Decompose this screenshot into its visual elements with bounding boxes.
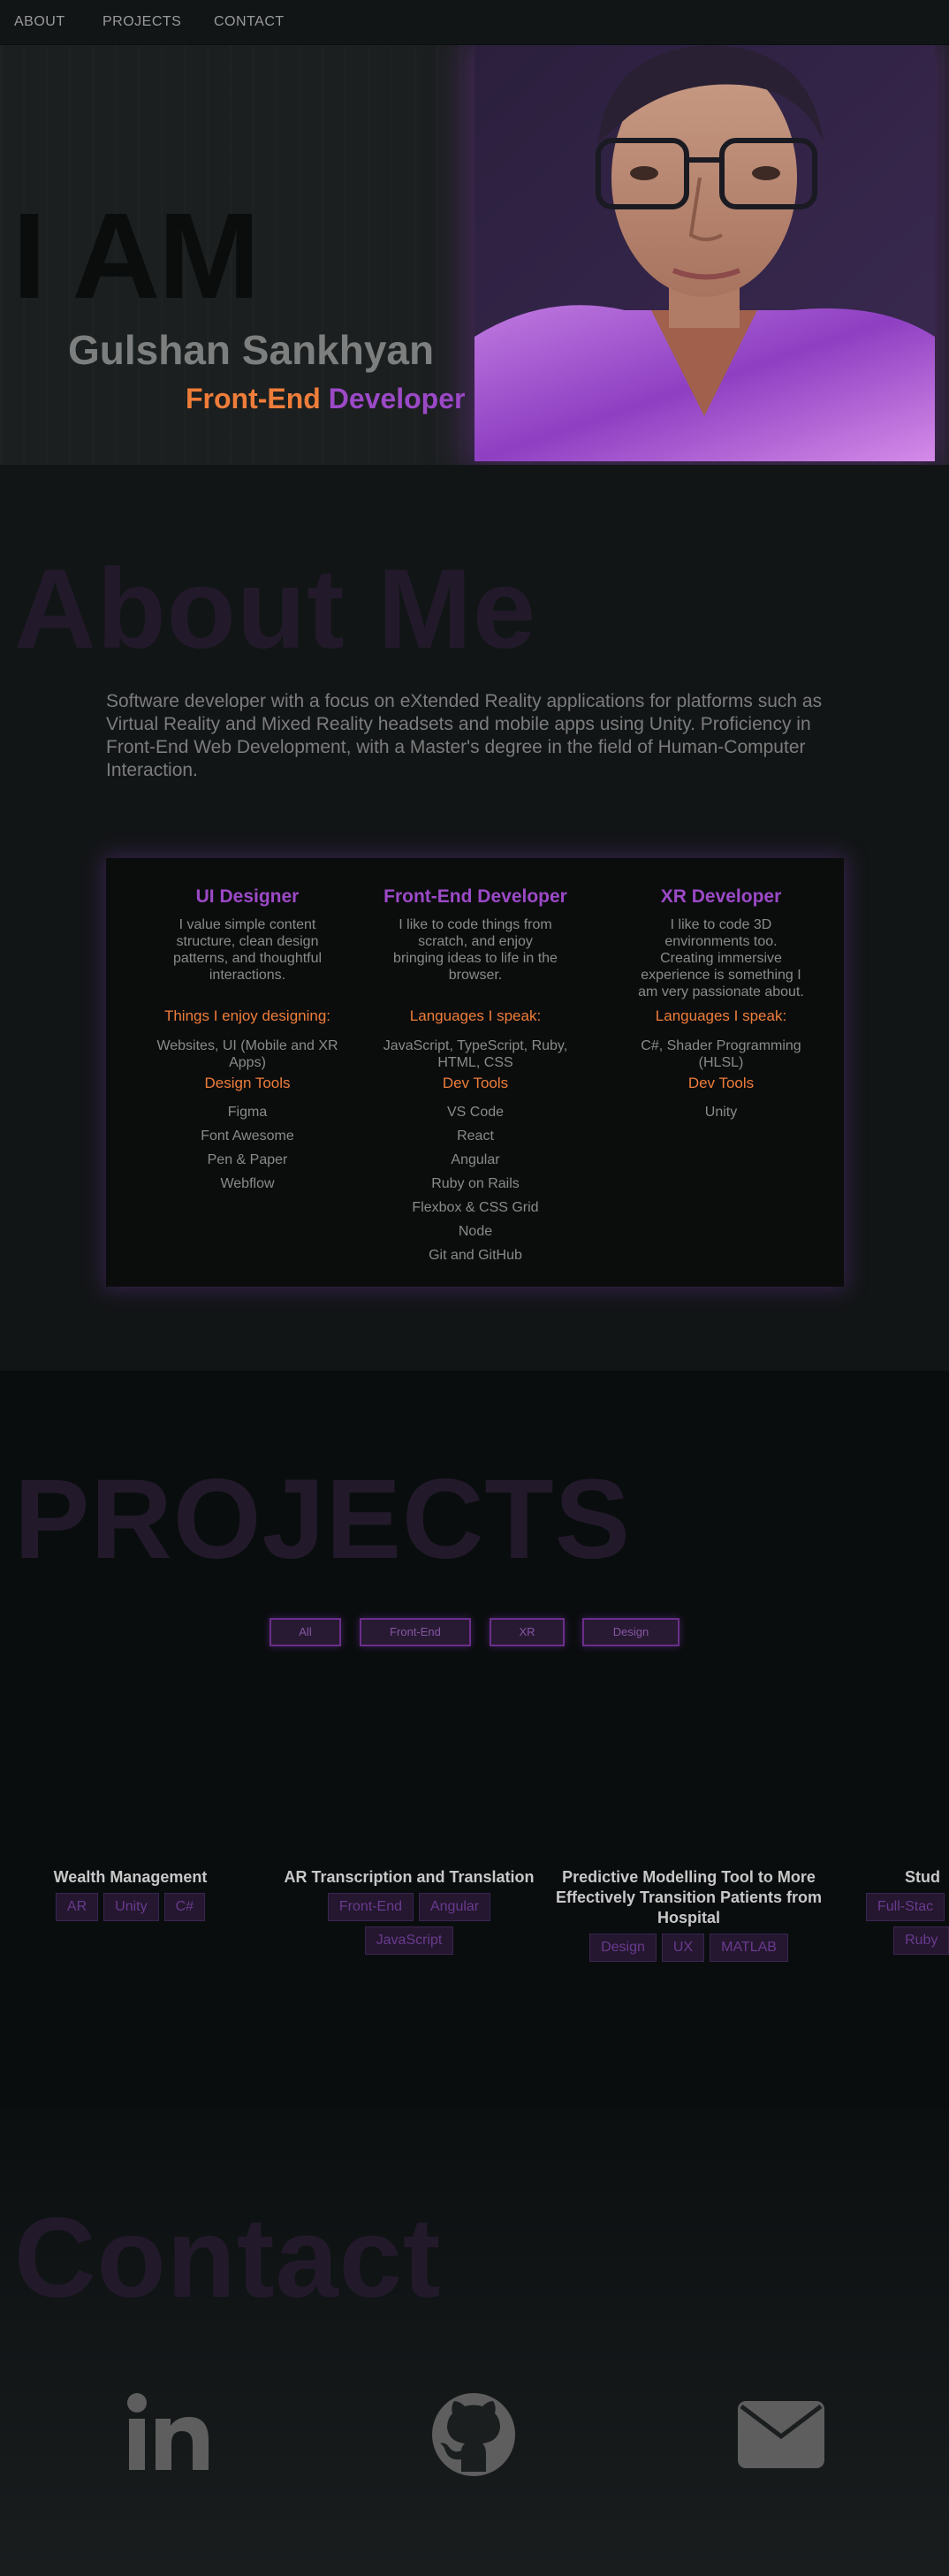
about-section: About Me Software developer with a focus… <box>0 465 949 1371</box>
project-title: Wealth Management <box>53 1868 208 1886</box>
hero-role-developer: Developer <box>328 383 466 414</box>
project-title: AR Transcription and Translation <box>284 1868 535 1886</box>
skills-column-xr-developer: XR Developer I like to code 3D environme… <box>606 858 836 1120</box>
github-icon[interactable] <box>431 2392 516 2481</box>
hero-name: Gulshan Sankhyan <box>68 327 435 373</box>
projects-section: PROJECTS All Front-End XR Design Wealth … <box>0 1371 949 2109</box>
column-subheading: Things I enjoy designing: <box>163 1007 331 1024</box>
filter-design-button[interactable]: Design <box>582 1618 679 1646</box>
project-tags: Front-End Angular JavaScript <box>281 1893 537 1960</box>
list-item: VS Code <box>446 1105 505 1120</box>
project-tags: Design UX MATLAB <box>550 1934 828 1967</box>
column-subtext: JavaScript, TypeScript, Ruby, HTML, CSS <box>383 1038 568 1070</box>
project-tag: C# <box>163 1893 206 1921</box>
hero-role: Front-End Developer <box>186 383 465 415</box>
project-tag: Ruby <box>893 1926 949 1955</box>
column-title: UI Designer <box>195 886 300 907</box>
contact-title: Contact <box>14 2195 442 2321</box>
skills-card: UI Designer I value simple content struc… <box>106 858 844 1287</box>
list-item: React <box>457 1128 494 1144</box>
list-item: Angular <box>451 1152 500 1167</box>
linkedin-icon[interactable] <box>125 2392 210 2476</box>
email-icon[interactable] <box>738 2392 824 2473</box>
project-tags: AR Unity C# <box>35 1893 225 1926</box>
column-subheading: Languages I speak: <box>409 1007 542 1024</box>
project-tag: MATLAB <box>710 1934 788 1962</box>
column-subtext: C#, Shader Programming (HLSL) <box>641 1038 801 1070</box>
nav-link-contact[interactable]: CONTACT <box>214 14 285 30</box>
about-description: Software developer with a focus on eXten… <box>106 691 823 780</box>
skills-column-front-end-developer: Front-End Developer I like to code thing… <box>361 858 590 1263</box>
project-tag: Design <box>589 1934 657 1962</box>
column-description: I value simple content structure, clean … <box>172 917 323 983</box>
top-navigation: ABOUT PROJECTS CONTACT <box>0 0 949 45</box>
tools-list: Figma Font Awesome Pen & Paper Webflow <box>133 1100 362 1196</box>
list-item: Figma <box>227 1105 268 1120</box>
list-item: Git and GitHub <box>429 1248 522 1263</box>
project-tag: Unity <box>103 1893 159 1921</box>
nav-link-projects[interactable]: PROJECTS <box>102 14 181 30</box>
tools-heading: Design Tools <box>204 1075 291 1091</box>
nav-link-about[interactable]: ABOUT <box>14 14 65 30</box>
filter-front-end-button[interactable]: Front-End <box>360 1618 471 1646</box>
tools-heading: Dev Tools <box>442 1075 509 1091</box>
project-card-wealth-management[interactable]: Wealth Management AR Unity C# <box>35 1867 225 1926</box>
list-item: Ruby on Rails <box>431 1176 520 1191</box>
project-card-predictive-modelling[interactable]: Predictive Modelling Tool to More Effect… <box>550 1867 828 1967</box>
list-item: Font Awesome <box>201 1128 294 1144</box>
column-title: Front-End Developer <box>383 886 567 907</box>
tools-list: VS Code React Angular Ruby on Rails Flex… <box>361 1100 590 1267</box>
project-tag: AR <box>55 1893 99 1921</box>
project-tag: JavaScript <box>364 1926 454 1955</box>
project-tags: Full-Stac Ruby <box>862 1893 949 1960</box>
hero-role-front-end: Front-End <box>186 383 321 414</box>
list-item: Flexbox & CSS Grid <box>412 1200 539 1215</box>
projects-title: PROJECTS <box>14 1456 631 1583</box>
profile-portrait <box>474 45 935 461</box>
project-title: Predictive Modelling Tool to More Effect… <box>555 1868 823 1926</box>
about-title: About Me <box>14 546 536 672</box>
tools-list: Unity <box>606 1100 836 1124</box>
portrait-illustration <box>474 45 935 461</box>
hero-section: I AM Gulshan Sankhyan Front-End Develope… <box>0 45 949 465</box>
project-tag: Front-End <box>327 1893 414 1921</box>
project-tag: Angular <box>418 1893 491 1921</box>
tools-heading: Dev Tools <box>687 1075 755 1091</box>
project-card-ar-transcription[interactable]: AR Transcription and Translation Front-E… <box>281 1867 537 1960</box>
column-description: I like to code things from scratch, and … <box>393 917 558 983</box>
list-item: Pen & Paper <box>207 1152 288 1167</box>
list-item: Node <box>458 1224 493 1239</box>
project-tag: UX <box>661 1934 705 1962</box>
hero-i-am-heading: I AM <box>12 188 260 324</box>
skills-column-ui-designer: UI Designer I value simple content struc… <box>133 858 362 1191</box>
column-subheading: Languages I speak: <box>655 1007 787 1024</box>
contact-section: Contact <box>0 2109 949 2576</box>
column-description: I like to code 3D environments too. Crea… <box>638 917 804 999</box>
column-subtext: Websites, UI (Mobile and XR Apps) <box>156 1038 338 1070</box>
filter-all-button[interactable]: All <box>270 1618 341 1646</box>
filter-xr-button[interactable]: XR <box>490 1618 565 1646</box>
project-title: Stud <box>905 1868 940 1886</box>
column-title: XR Developer <box>660 886 782 907</box>
project-card-partial[interactable]: Stud Full-Stac Ruby <box>862 1867 949 1960</box>
project-tag: Full-Stac <box>866 1893 945 1921</box>
list-item: Unity <box>704 1105 738 1120</box>
list-item: Webflow <box>220 1176 275 1191</box>
